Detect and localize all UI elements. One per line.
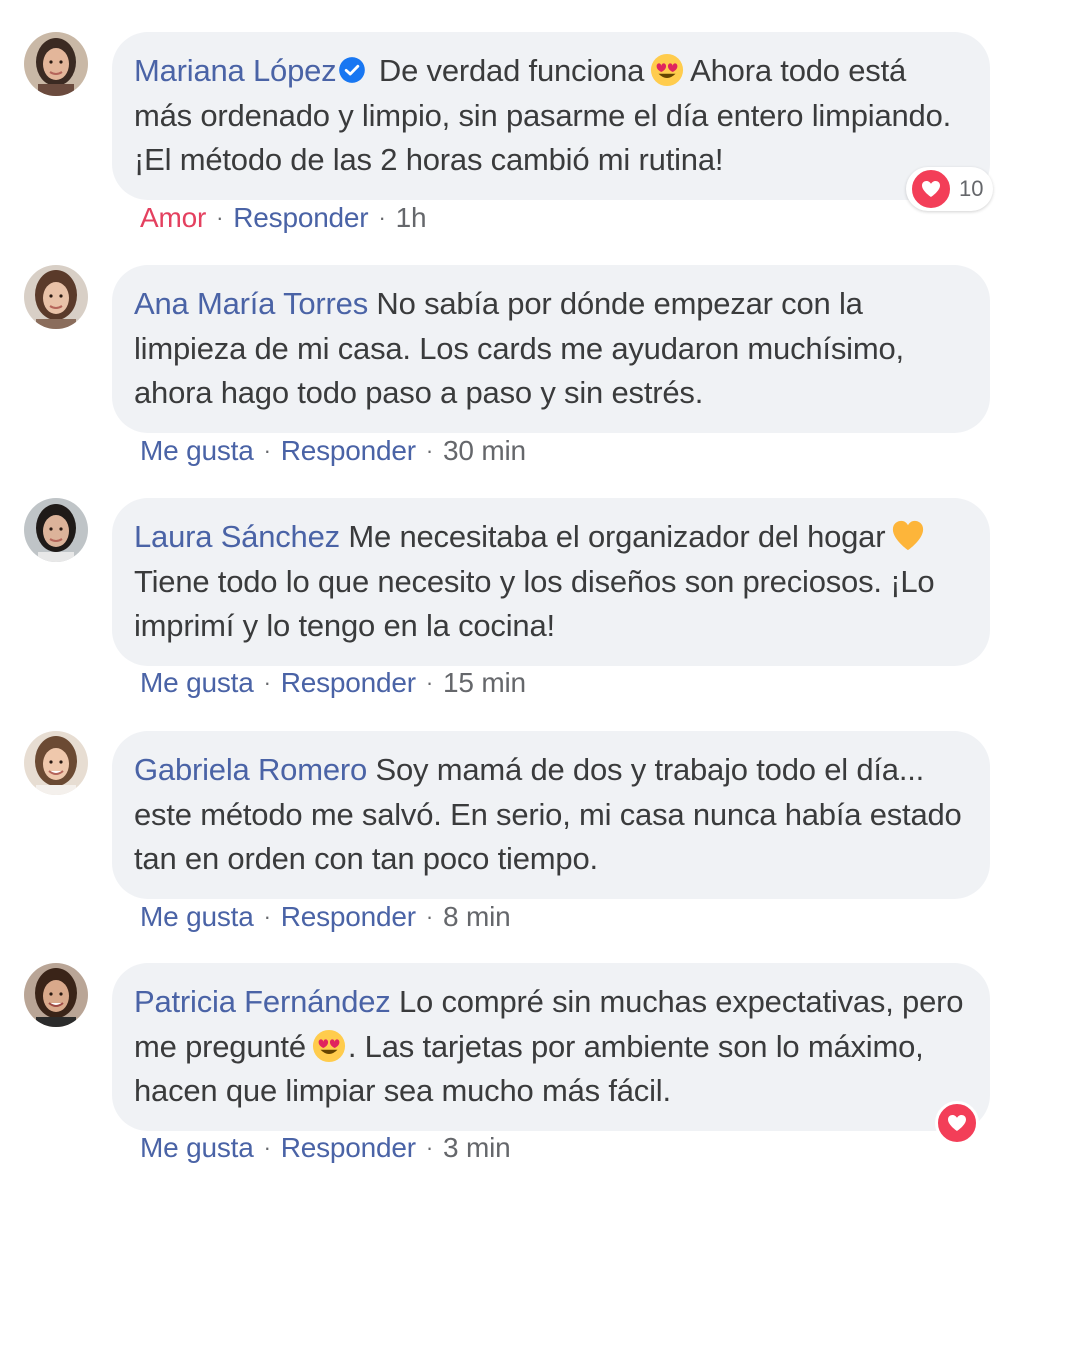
comment-bubble: Ana María Torres No sabía por dónde empe…	[112, 265, 990, 433]
like-button[interactable]: Me gusta	[140, 1132, 254, 1163]
reply-button[interactable]: Responder	[281, 435, 416, 466]
verified-badge-icon	[339, 57, 366, 83]
timestamp[interactable]: 3 min	[443, 1132, 511, 1163]
avatar[interactable]	[24, 731, 88, 795]
separator: ·	[378, 205, 386, 230]
separator: ·	[216, 205, 224, 230]
like-button[interactable]: Me gusta	[140, 901, 254, 932]
timestamp[interactable]: 1h	[396, 202, 427, 233]
comment-bubble: Patricia Fernández Lo compré sin muchas …	[112, 963, 990, 1131]
reply-button[interactable]: Responder	[233, 202, 368, 233]
love-reaction-icon	[935, 1101, 979, 1145]
heart-eyes-emoji	[651, 53, 684, 87]
author-name[interactable]: Gabriela Romero	[134, 752, 367, 787]
comment-actions: Amor · Responder · 1h	[140, 202, 427, 234]
reply-button[interactable]: Responder	[281, 667, 416, 698]
separator: ·	[263, 904, 271, 929]
comment-actions: Me gusta · Responder · 30 min	[140, 435, 526, 467]
reaction-count: 10	[959, 176, 984, 201]
reaction-badge[interactable]: 10	[906, 167, 994, 211]
reaction-badge[interactable]	[932, 1101, 982, 1145]
separator: ·	[263, 1135, 271, 1160]
author-name[interactable]: Ana María Torres	[134, 286, 368, 321]
separator: ·	[263, 670, 271, 695]
avatar[interactable]	[24, 32, 88, 96]
separator: ·	[425, 904, 434, 929]
separator: ·	[425, 1135, 434, 1160]
reply-button[interactable]: Responder	[281, 901, 416, 932]
heart-eyes-emoji	[312, 1029, 345, 1062]
yellow-heart-emoji	[893, 520, 924, 551]
comment-actions: Me gusta · Responder · 15 min	[140, 667, 526, 699]
author-name[interactable]: Patricia Fernández	[134, 984, 391, 1019]
comment-text: Me necesitaba el organizador del hogar	[348, 519, 886, 554]
comment-actions: Me gusta · Responder · 8 min	[140, 901, 511, 933]
timestamp[interactable]: 30 min	[443, 435, 526, 466]
separator: ·	[425, 670, 434, 695]
comment-bubble: Laura Sánchez Me necesitaba el organizad…	[112, 498, 990, 666]
comment-bubble: Mariana López De verdad funciona Ahora to…	[112, 32, 990, 200]
comment-text: Tiene todo lo que necesito y los diseños…	[134, 563, 935, 644]
comment-text: De verdad funciona	[378, 53, 645, 88]
like-button[interactable]: Me gusta	[140, 435, 254, 466]
avatar[interactable]	[24, 265, 88, 329]
avatar[interactable]	[24, 498, 88, 562]
author-name[interactable]: Laura Sánchez	[134, 519, 340, 554]
comment-actions: Me gusta · Responder · 3 min	[140, 1132, 511, 1164]
timestamp[interactable]: 15 min	[443, 667, 526, 698]
separator: ·	[263, 438, 271, 463]
author-name[interactable]: Mariana López	[134, 53, 337, 88]
comment-bubble: Gabriela Romero Soy mamá de dos y trabaj…	[112, 731, 990, 899]
separator: ·	[425, 438, 434, 463]
love-reaction-icon	[909, 167, 953, 211]
reply-button[interactable]: Responder	[281, 1132, 416, 1163]
timestamp[interactable]: 8 min	[443, 901, 511, 932]
reaction-button[interactable]: Amor	[140, 202, 206, 233]
like-button[interactable]: Me gusta	[140, 667, 254, 698]
avatar[interactable]	[24, 963, 88, 1027]
